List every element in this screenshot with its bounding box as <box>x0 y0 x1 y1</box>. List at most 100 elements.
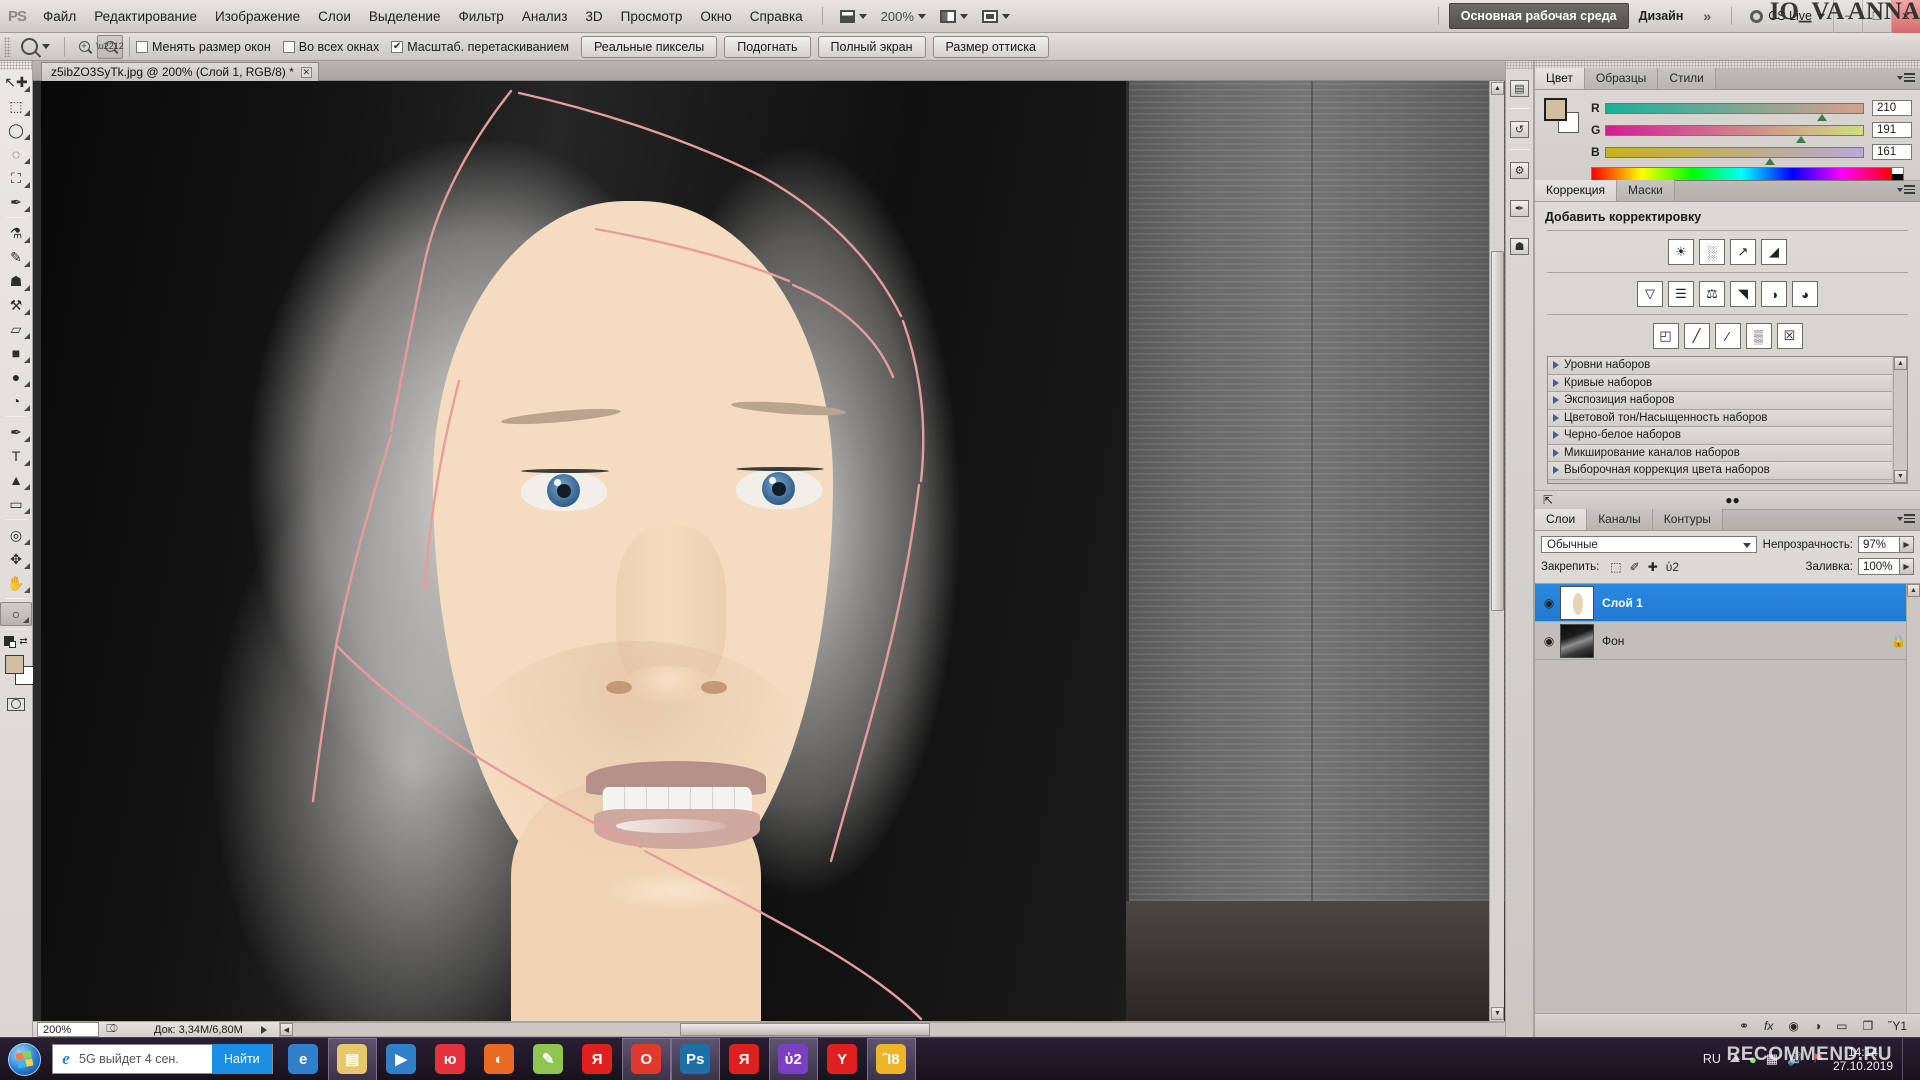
color-panel-menu-icon[interactable] <box>1897 73 1915 84</box>
yula-icon[interactable]: ю <box>426 1038 475 1080</box>
cs-live-button[interactable]: CS Live <box>1742 9 1833 23</box>
chevron-down-icon[interactable] <box>917 13 926 19</box>
black-white-icon[interactable]: ◥ <box>1730 281 1756 307</box>
add-mask-icon[interactable]: ◉ <box>1788 1019 1798 1033</box>
workspace-design-button[interactable]: Дизайн <box>1629 4 1694 28</box>
color-slider-G[interactable]: G 191 <box>1591 119 1912 143</box>
posterize-icon[interactable]: ╱ <box>1683 323 1710 349</box>
search-button[interactable]: Найти <box>212 1044 272 1074</box>
screen-mode-control[interactable] <box>833 9 874 23</box>
link-layers-icon[interactable]: ⚭ <box>1739 1019 1749 1033</box>
preset-item-5[interactable]: Микширование каналов наборов <box>1548 444 1892 462</box>
adjustments-rail-icon[interactable]: ⚙ <box>1506 151 1533 189</box>
tab-styles[interactable]: Стили <box>1658 68 1716 89</box>
volume-icon[interactable]: 🔊 <box>1787 1051 1803 1067</box>
document-artwork[interactable] <box>41 81 1523 1021</box>
view-extras-control[interactable] <box>975 9 1017 23</box>
menu-3[interactable]: Слои <box>309 5 360 28</box>
media-player-icon[interactable]: ▶ <box>377 1038 426 1080</box>
hand-tool[interactable]: ✋ <box>0 571 32 595</box>
status-menu-arrow[interactable] <box>260 1025 267 1034</box>
firefox-lock-icon[interactable]: ὑ2 <box>768 1037 818 1080</box>
move-tool[interactable]: ↖✚ <box>0 70 32 94</box>
color-slider-track[interactable] <box>1605 146 1864 165</box>
color-spectrum-bar[interactable] <box>1591 167 1904 181</box>
clip-to-layer-icon[interactable]: ●● <box>1725 493 1740 507</box>
curves-icon[interactable]: ↗ <box>1730 239 1756 265</box>
action-center-icon[interactable]: ⚑ <box>1812 1051 1824 1067</box>
gradient-tool[interactable]: ■ <box>0 341 32 365</box>
expand-triangle-icon[interactable] <box>1553 396 1559 405</box>
canvas-area[interactable] <box>33 81 1539 1021</box>
preset-item-0[interactable]: Уровни наборов <box>1548 357 1892 375</box>
dodge-tool[interactable]: ◔ <box>0 389 32 413</box>
option-button-3[interactable]: Размер оттиска <box>932 35 1049 58</box>
color-slider-knob[interactable] <box>1765 157 1776 165</box>
layer-thumbnail[interactable] <box>1560 585 1594 620</box>
presets-scroll-down[interactable]: ▼ <box>1894 470 1907 483</box>
quick-selection-tool[interactable]: ◌ <box>0 142 32 166</box>
layer-thumbnail[interactable] <box>1560 623 1594 658</box>
chevron-down-icon[interactable] <box>1001 13 1010 19</box>
maximize-button[interactable]: ❐ <box>1862 0 1891 33</box>
adjustments-panel-menu-icon[interactable] <box>1897 185 1915 196</box>
color-slider-value[interactable]: 161 <box>1872 144 1912 160</box>
tab-channels[interactable]: Каналы <box>1587 509 1653 530</box>
eraser-tool[interactable]: ▱ <box>0 317 32 341</box>
layer-row[interactable]: ◉ Слой 1 <box>1535 584 1920 622</box>
network-icon[interactable]: ▦ <box>1766 1051 1778 1067</box>
expand-triangle-icon[interactable] <box>1553 448 1559 457</box>
clone-source-rail-icon[interactable]: ☗ <box>1506 227 1533 265</box>
preset-item-3[interactable]: Цветовой тон/Насыщенность наборов <box>1548 409 1892 427</box>
vertical-scroll-thumb[interactable] <box>1491 251 1504 611</box>
color-slider-B[interactable]: B 161 <box>1591 141 1912 165</box>
expand-view-icon[interactable]: ⇱ <box>1543 493 1553 507</box>
canvas-horizontal-scrollbar[interactable]: ◀ ▶ <box>278 1022 1540 1037</box>
update-icon[interactable]: ● <box>1749 1052 1757 1067</box>
tab-color[interactable]: Цвет <box>1535 68 1585 89</box>
tab-masks[interactable]: Маски <box>1617 180 1675 201</box>
option-button-0[interactable]: Реальные пикселы <box>581 35 718 58</box>
option-checkbox-0[interactable]: Менять размер окон <box>136 40 271 54</box>
threshold-icon[interactable]: ∕ <box>1714 323 1741 349</box>
expand-triangle-icon[interactable] <box>1553 413 1559 422</box>
chevron-down-icon[interactable] <box>1742 543 1751 548</box>
levels-icon[interactable]: ░ <box>1699 239 1725 265</box>
layer-row[interactable]: ◉ Фон 🔒 <box>1535 622 1920 660</box>
history-brush-tool[interactable]: ⚒ <box>0 293 32 317</box>
opacity-stepper[interactable]: ▶ <box>1900 536 1914 553</box>
blur-tool[interactable]: ● <box>0 365 32 389</box>
type-tool[interactable]: T <box>0 444 32 468</box>
color-slider-track[interactable] <box>1605 124 1864 143</box>
tab-adjustments[interactable]: Коррекция <box>1535 180 1618 201</box>
new-layer-icon[interactable]: ❐ <box>1862 1019 1873 1033</box>
preset-item-2[interactable]: Экспозиция наборов <box>1548 392 1892 410</box>
show-hidden-icons-button[interactable] <box>1729 1056 1740 1062</box>
opera-icon[interactable]: O <box>621 1037 671 1080</box>
presets-scrollbar[interactable]: ▲ ▼ <box>1893 357 1907 483</box>
chevron-down-icon[interactable] <box>42 44 50 49</box>
internet-explorer-icon[interactable]: e <box>279 1038 328 1080</box>
layer-visibility-icon[interactable]: ◉ <box>1538 596 1560 610</box>
workspace-essentials-button[interactable]: Основная рабочая среда <box>1448 3 1629 29</box>
color-slider-R[interactable]: R 210 <box>1591 97 1912 121</box>
rectangle-tool[interactable]: ▭ <box>0 492 32 516</box>
canvas-vertical-scrollbar[interactable]: ▲ ▼ <box>1489 81 1504 1021</box>
paint-icon[interactable]: Ἲ8 <box>866 1037 916 1080</box>
yandex-browser-icon[interactable]: Я <box>573 1038 622 1080</box>
toolbar-grip[interactable] <box>0 61 32 70</box>
lock-transparency-icon[interactable]: ⬚ <box>1610 560 1621 574</box>
zoom-tool-icon[interactable] <box>16 35 42 59</box>
lock-all-icon[interactable]: ὑ2 <box>1666 560 1679 574</box>
color-panel-swatches[interactable] <box>1544 98 1579 133</box>
foreground-color-swatch[interactable] <box>5 655 24 674</box>
brightness-contrast-icon[interactable]: ☀ <box>1668 239 1694 265</box>
new-group-icon[interactable]: ▭ <box>1836 1019 1847 1033</box>
exposure-icon[interactable]: ◢ <box>1761 239 1787 265</box>
menu-7[interactable]: 3D <box>576 5 611 28</box>
fill-stepper[interactable]: ▶ <box>1900 558 1914 575</box>
close-button[interactable]: ✕ <box>1891 0 1920 33</box>
rail-grip[interactable] <box>1506 61 1533 69</box>
layers-scroll-up[interactable]: ▲ <box>1907 584 1920 597</box>
clone-stamp-tool[interactable]: ☗ <box>0 269 32 293</box>
